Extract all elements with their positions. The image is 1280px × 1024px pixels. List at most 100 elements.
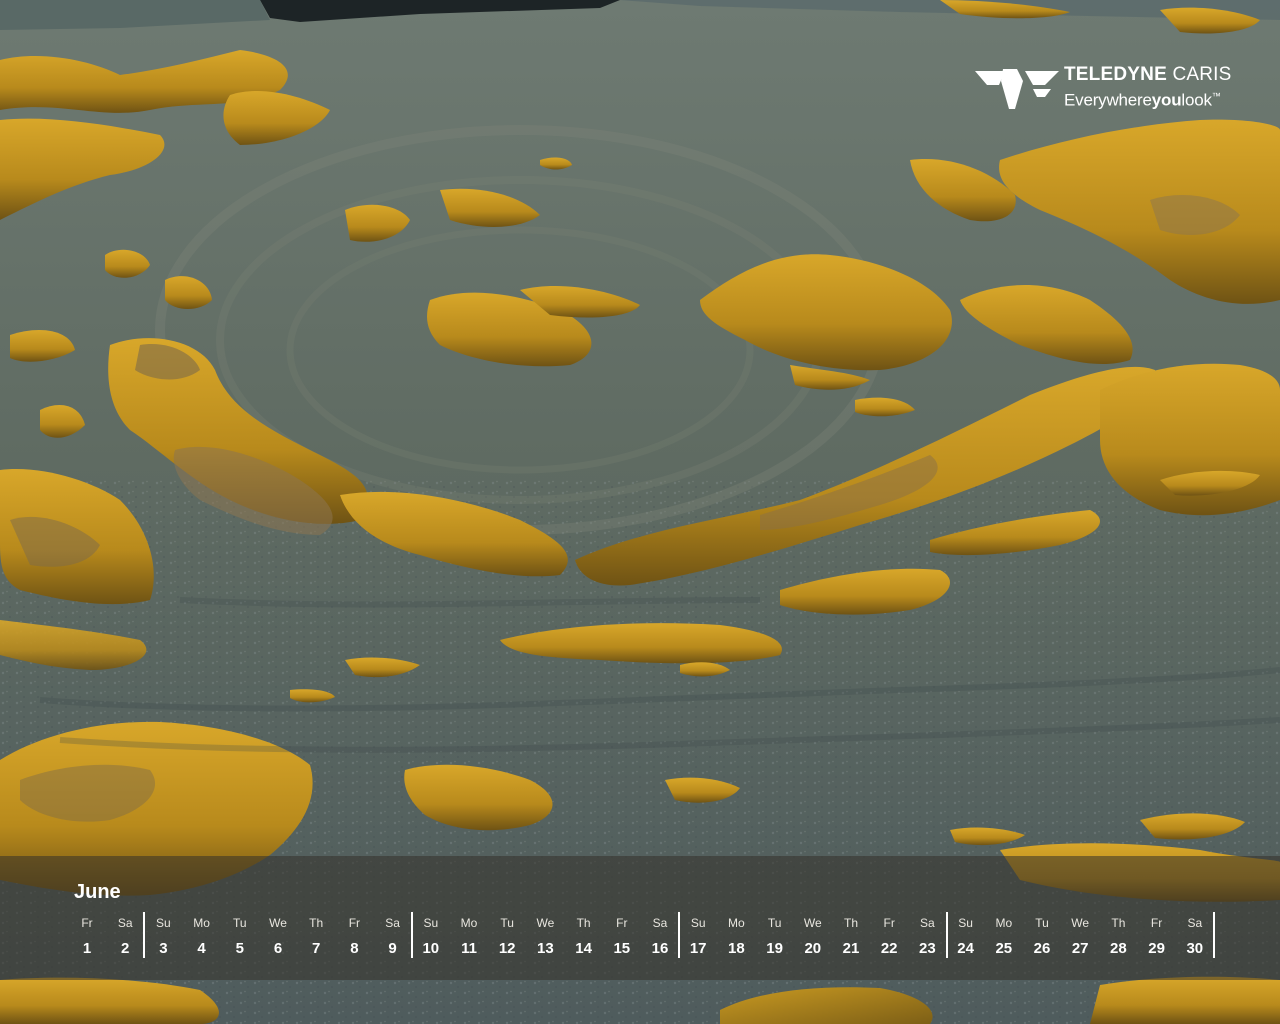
calendar-day: Su 10 xyxy=(412,916,450,958)
calendar-date: 5 xyxy=(235,940,244,957)
calendar-date: 2 xyxy=(121,940,130,957)
calendar-weekday: Fr xyxy=(1150,916,1163,930)
calendar-weekday: Sa xyxy=(385,916,400,930)
calendar-weekday: Fr xyxy=(883,916,895,930)
calendar-day: Su 17 xyxy=(679,916,717,958)
calendar-weekday: Tu xyxy=(233,916,247,930)
calendar-date: 21 xyxy=(842,940,860,957)
calendar-weekday: Tu xyxy=(500,916,514,930)
calendar-weekday: Su xyxy=(423,916,439,930)
calendar-weekday: Sa xyxy=(1187,916,1203,930)
calendar-date: 23 xyxy=(919,940,936,957)
calendar-day: Th 7 xyxy=(297,916,335,958)
calendar-day: Mo 11 xyxy=(450,916,488,958)
calendar-date: 20 xyxy=(804,940,822,957)
calendar-day: Fr 15 xyxy=(603,916,641,958)
calendar-day: We 20 xyxy=(794,916,832,958)
calendar-day: Tu 5 xyxy=(221,916,259,958)
calendar-date: 14 xyxy=(575,940,592,957)
brand-tagline: Everywhereyoulook™ xyxy=(1064,86,1221,111)
calendar-weekday: Fr xyxy=(81,916,93,930)
calendar-weekday: Sa xyxy=(920,916,935,930)
calendar-date: 19 xyxy=(766,940,783,957)
calendar-day: Tu 26 xyxy=(1023,916,1061,958)
tagline-start: Everywhere xyxy=(1064,90,1152,110)
calendar-weekday: Mo xyxy=(460,916,478,930)
calendar-weekday: Mo xyxy=(193,916,210,930)
calendar-date: 15 xyxy=(613,940,631,957)
calendar-date: 29 xyxy=(1148,940,1165,957)
calendar-day: Th 21 xyxy=(832,916,870,958)
calendar-date: 10 xyxy=(422,940,440,957)
calendar-weekday: We xyxy=(536,916,555,930)
calendar-day: Mo 18 xyxy=(717,916,755,958)
calendar-date: 11 xyxy=(461,940,477,957)
calendar-date: 13 xyxy=(537,940,554,957)
calendar-day: Th 14 xyxy=(565,916,603,958)
calendar-date: 8 xyxy=(350,940,359,957)
tagline-end: look xyxy=(1181,90,1212,110)
calendar-weekday: Su xyxy=(690,916,706,930)
calendar-day: Tu 19 xyxy=(756,916,794,958)
calendar-day: Fr 29 xyxy=(1138,916,1176,958)
calendar-date: 3 xyxy=(159,940,168,957)
calendar-date: 7 xyxy=(312,940,321,957)
brand-wordmark: TELEDYNE CARIS xyxy=(1064,64,1232,86)
calendar-weekday: Tu xyxy=(1035,916,1049,930)
calendar-date: 9 xyxy=(388,940,397,957)
calendar-date: 16 xyxy=(651,940,669,957)
calendar-weekday: Mo xyxy=(728,916,745,930)
calendar-weekday: Tu xyxy=(767,916,782,930)
calendar-weekday: Fr xyxy=(616,916,628,930)
calendar-day: Tu 12 xyxy=(488,916,526,958)
tagline-bold: you xyxy=(1151,90,1182,110)
calendar-day: Fr 8 xyxy=(335,916,373,958)
calendar-date: 17 xyxy=(689,940,707,957)
calendar-weekday: We xyxy=(1071,916,1090,930)
calendar-date: 1 xyxy=(82,940,92,957)
calendar-weekday: We xyxy=(269,916,287,930)
calendar-day: We 13 xyxy=(526,916,564,958)
week-divider xyxy=(1212,912,1215,958)
calendar-date: 30 xyxy=(1186,940,1204,957)
calendar-weekday: Su xyxy=(156,916,171,930)
calendar-weekday: Th xyxy=(576,916,591,930)
calendar-day: Su 24 xyxy=(947,916,985,958)
brand-sub: CARIS xyxy=(1172,64,1232,85)
brand-name: TELEDYNE xyxy=(1064,64,1167,85)
calendar-date: 12 xyxy=(498,940,516,957)
calendar-date: 25 xyxy=(995,940,1013,957)
calendar-date: 28 xyxy=(1110,940,1127,957)
calendar-day: Sa 9 xyxy=(374,916,412,958)
teledyne-logo-icon xyxy=(975,69,1059,109)
calendar-day: We 27 xyxy=(1061,916,1099,958)
calendar-weekday: We xyxy=(803,916,822,930)
calendar-weekday: Th xyxy=(843,916,858,930)
calendar-date: 6 xyxy=(273,940,283,957)
calendar-weekday: Sa xyxy=(652,916,668,930)
calendar-weekday: Mo xyxy=(995,916,1013,930)
trademark-mark: ™ xyxy=(1211,91,1221,101)
calendar-day: Mo 4 xyxy=(183,916,221,958)
calendar-date: 24 xyxy=(957,940,974,957)
calendar-day: Sa 30 xyxy=(1176,916,1214,958)
calendar-month-title: June xyxy=(74,881,121,903)
calendar-date: 26 xyxy=(1033,940,1051,957)
calendar-weekday: Th xyxy=(1111,916,1126,930)
calendar-day: Th 28 xyxy=(1099,916,1137,958)
calendar-weekday: Su xyxy=(958,916,973,930)
calendar-day: Mo 25 xyxy=(985,916,1023,958)
calendar-day: Fr 22 xyxy=(870,916,908,958)
calendar-day: Su 3 xyxy=(144,916,182,958)
calendar-day: Fr 1 xyxy=(68,916,106,958)
calendar-weekday: Sa xyxy=(117,916,133,930)
calendar-day: We 6 xyxy=(259,916,297,958)
calendar-day: Sa 2 xyxy=(106,916,144,958)
calendar-date: 22 xyxy=(880,940,898,957)
teledyne-caris-logo: TELEDYNE CARIS Everywhereyoulook™ xyxy=(975,64,1235,112)
calendar-weekday: Th xyxy=(309,916,324,930)
calendar-day: Sa 23 xyxy=(908,916,946,958)
calendar-day: Sa 16 xyxy=(641,916,679,958)
calendar-date: 18 xyxy=(728,940,745,957)
calendar-weekday: Fr xyxy=(348,916,361,930)
